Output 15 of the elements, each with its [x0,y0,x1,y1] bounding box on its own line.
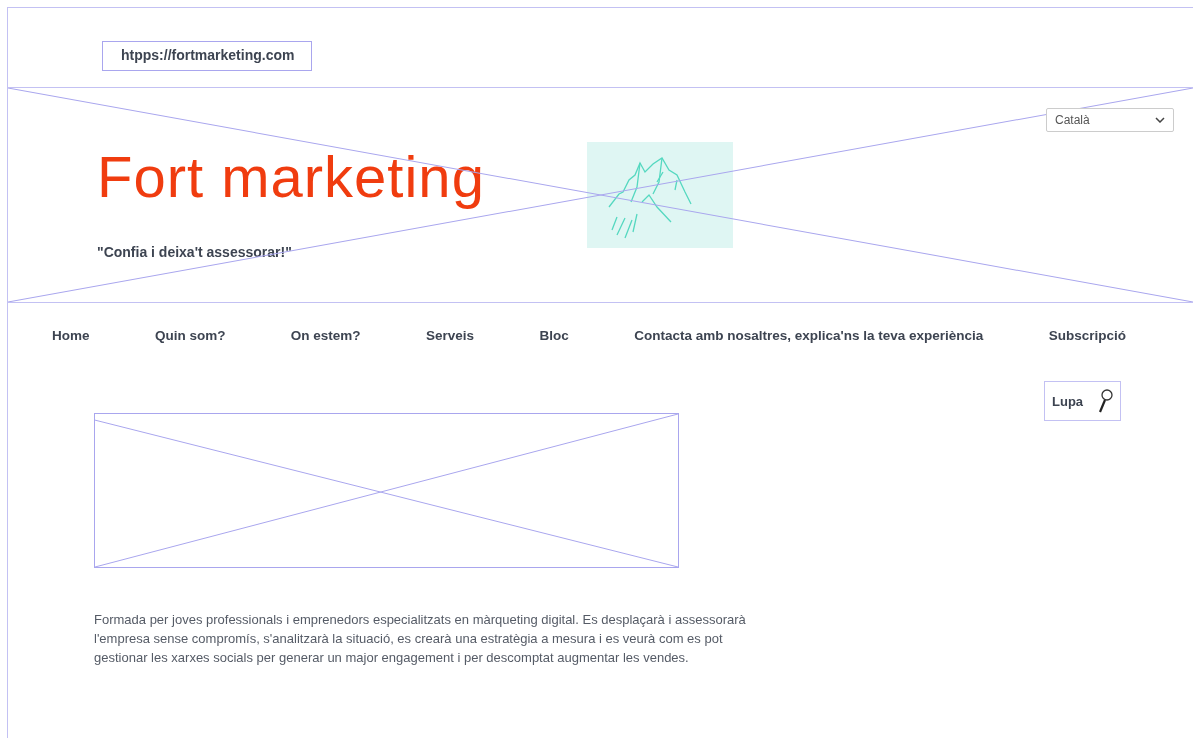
tagline: "Confia i deixa't assessorar!" [97,244,293,260]
nav-link[interactable]: Bloc [539,328,569,343]
magnifier-icon [1099,389,1113,413]
language-select[interactable]: Català [1046,108,1174,132]
chevron-down-icon [1155,117,1165,123]
search-button[interactable]: Lupa [1044,381,1121,421]
description-paragraph: Formada per joves professionals i emprenedors especialitzats en màrqueting digital. Es desplaçarà i assessorarà l'empresa sense compromís, s'analitzarà la situació, es crearà una estratègia a mesura i es veurà com es pot gestionar les xarxes socials per generar un major engagement i per descomptat augmentar les vendes. [94,611,747,667]
nav-link[interactable]: Serveis [426,328,475,343]
url-field[interactable]: htpps://fortmarketing.com [102,41,312,71]
nav-link[interactable]: On estem? [290,328,361,343]
nav-link[interactable]: Home [52,328,90,343]
nav-link[interactable]: Quin som? [154,328,226,343]
site-title: Fort marketing [97,144,486,210]
nav-link[interactable]: Subscripció [1048,328,1126,343]
nav-link[interactable]: Contacta amb nosaltres, explica'ns la teva experiència [634,328,984,343]
